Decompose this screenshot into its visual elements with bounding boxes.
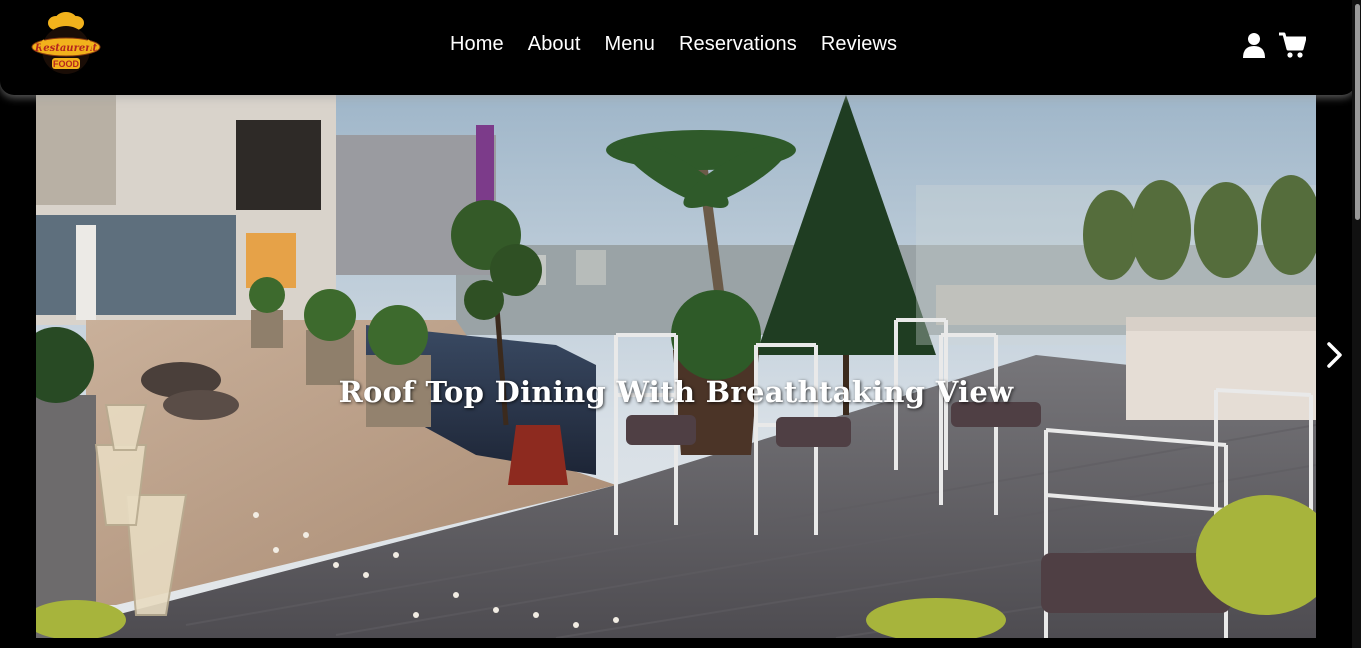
carousel-caption: Roof Top Dining With Breathtaking View <box>338 375 1014 409</box>
page-scrollbar-thumb[interactable] <box>1355 4 1360 220</box>
rooftop-dining-image <box>36 95 1316 638</box>
hero-carousel: Roof Top Dining With Breathtaking View <box>36 95 1316 638</box>
nav-menu[interactable]: Menu <box>605 33 655 56</box>
user-icon[interactable] <box>1240 31 1268 59</box>
navbar: Restaurent FOOD Home About Menu Reservat… <box>0 0 1356 95</box>
nav-reviews[interactable]: Reviews <box>821 33 897 56</box>
logo-text-line2: FOOD <box>53 59 79 69</box>
nav-home[interactable]: Home <box>450 33 504 56</box>
cart-icon[interactable] <box>1278 31 1306 59</box>
nav-reservations[interactable]: Reservations <box>679 33 797 56</box>
nav-icons <box>1240 31 1306 59</box>
restaurant-logo[interactable]: Restaurent FOOD <box>30 10 102 76</box>
nav-about[interactable]: About <box>528 33 581 56</box>
main-nav: Home About Menu Reservations Reviews <box>450 33 897 56</box>
chevron-right-icon[interactable] <box>1322 340 1346 370</box>
